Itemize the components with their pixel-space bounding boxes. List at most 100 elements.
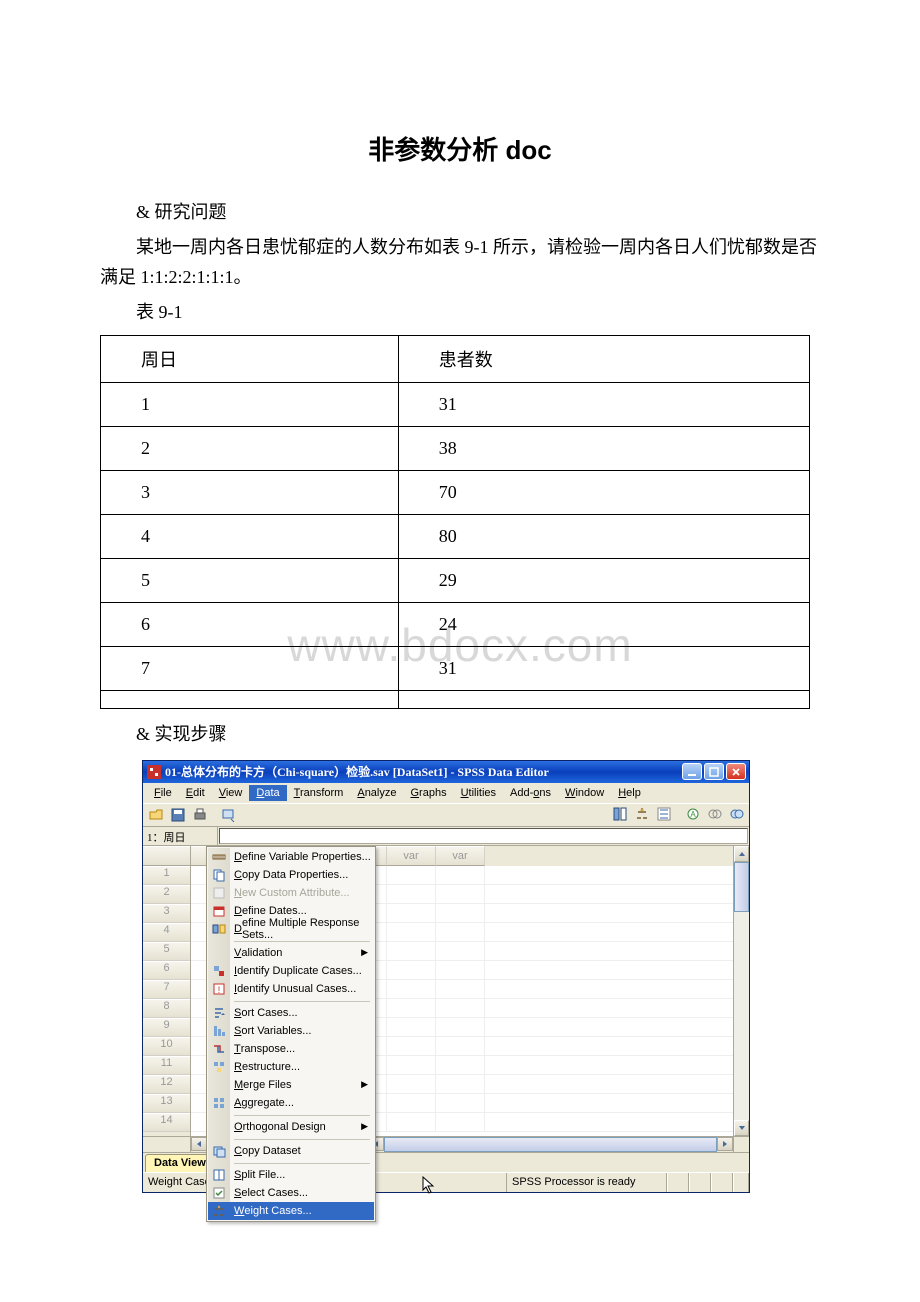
row-header[interactable]: 14 [143, 1113, 190, 1132]
row-header[interactable]: 9 [143, 1018, 190, 1037]
menu-graphs[interactable]: Graphs [403, 785, 453, 801]
menu-item-restructure[interactable]: Restructure... [208, 1058, 374, 1076]
print-icon[interactable] [190, 805, 210, 825]
select-cases-icon[interactable] [654, 804, 674, 824]
tab-data-view[interactable]: Data View [145, 1154, 215, 1172]
grid-cell[interactable] [387, 1113, 436, 1131]
grid-cell[interactable] [436, 866, 485, 884]
goto-case-icon[interactable] [610, 804, 630, 824]
scroll-left-icon[interactable] [191, 1137, 207, 1151]
menu-help[interactable]: Help [611, 785, 648, 801]
menu-item-orthogonal-design[interactable]: Orthogonal Design▶ [208, 1118, 374, 1136]
open-icon[interactable] [146, 805, 166, 825]
scroll-up-icon[interactable] [734, 846, 749, 862]
menu-item-weight-cases[interactable]: Weight Cases... [208, 1202, 374, 1220]
menu-item-define-variable-properties[interactable]: Define Variable Properties... [208, 848, 374, 866]
row-header[interactable]: 11 [143, 1056, 190, 1075]
grid-cell[interactable] [387, 980, 436, 998]
menu-transform[interactable]: Transform [287, 785, 351, 801]
menu-item-select-cases[interactable]: Select Cases... [208, 1184, 374, 1202]
menu-item-sort-variables[interactable]: Sort Variables... [208, 1022, 374, 1040]
grid-cell[interactable] [436, 1018, 485, 1036]
grid-cell[interactable] [387, 1075, 436, 1093]
cell-edit-box[interactable] [219, 828, 748, 844]
menu-bar[interactable]: FileEditViewDataTransformAnalyzeGraphsUt… [143, 783, 749, 803]
grid-cell[interactable] [387, 999, 436, 1017]
show-all-icon[interactable] [727, 804, 747, 824]
row-header[interactable]: 6 [143, 961, 190, 980]
select-icon [211, 1185, 227, 1201]
grid-cell[interactable] [436, 923, 485, 941]
grid-cell[interactable] [387, 904, 436, 922]
column-header[interactable]: var [436, 846, 485, 866]
save-icon[interactable] [168, 805, 188, 825]
grid-cell[interactable] [436, 1056, 485, 1074]
grid-cell[interactable] [387, 1094, 436, 1112]
close-button[interactable] [726, 763, 746, 780]
maximize-button[interactable] [704, 763, 724, 780]
grid-cell[interactable] [387, 1037, 436, 1055]
scroll-track[interactable] [734, 862, 749, 1120]
menu-item-split-file[interactable]: Split File... [208, 1166, 374, 1184]
grid-cell[interactable] [436, 1113, 485, 1131]
data-grid[interactable]: Define Variable Properties...Copy Data P… [143, 846, 749, 1136]
value-labels-icon[interactable]: A [683, 804, 703, 824]
menu-item-copy-dataset[interactable]: Copy Dataset [208, 1142, 374, 1160]
row-header[interactable]: 4 [143, 923, 190, 942]
menu-item-define-multiple-response-sets[interactable]: Define Multiple Response Sets... [208, 920, 374, 938]
grid-cell[interactable] [387, 942, 436, 960]
grid-cell[interactable] [387, 923, 436, 941]
grid-cell[interactable] [436, 1037, 485, 1055]
menu-item-merge-files[interactable]: Merge Files▶ [208, 1076, 374, 1094]
grid-cell[interactable] [436, 1094, 485, 1112]
menu-item-validation[interactable]: Validation▶ [208, 944, 374, 962]
row-header[interactable]: 3 [143, 904, 190, 923]
grid-cell[interactable] [387, 885, 436, 903]
menu-file[interactable]: File [147, 785, 179, 801]
grid-cell[interactable] [436, 1075, 485, 1093]
hscroll-thumb[interactable] [384, 1137, 717, 1152]
data-menu-dropdown[interactable]: Define Variable Properties...Copy Data P… [206, 846, 376, 1222]
grid-cell[interactable] [436, 999, 485, 1017]
scroll-right-icon[interactable] [717, 1137, 733, 1151]
row-header[interactable]: 12 [143, 1075, 190, 1094]
menu-item-copy-data-properties[interactable]: Copy Data Properties... [208, 866, 374, 884]
window-titlebar[interactable]: 01-总体分布的卡方（Chi-square）检验.sav [DataSet1] … [143, 761, 749, 783]
minimize-button[interactable] [682, 763, 702, 780]
menu-item-aggregate[interactable]: Aggregate... [208, 1094, 374, 1112]
grid-cell[interactable] [387, 866, 436, 884]
dialog-recall-icon[interactable] [219, 805, 239, 825]
row-header[interactable]: 1 [143, 866, 190, 885]
row-header[interactable]: 8 [143, 999, 190, 1018]
grid-cell[interactable] [436, 980, 485, 998]
menu-window[interactable]: Window [558, 785, 611, 801]
row-header[interactable]: 7 [143, 980, 190, 999]
row-header[interactable]: 10 [143, 1037, 190, 1056]
scroll-thumb[interactable] [734, 862, 749, 912]
menu-item-transpose[interactable]: Transpose... [208, 1040, 374, 1058]
menu-item-sort-cases[interactable]: Sort Cases... [208, 1004, 374, 1022]
grid-cell[interactable] [436, 961, 485, 979]
use-sets-icon[interactable] [705, 804, 725, 824]
grid-cell[interactable] [387, 1018, 436, 1036]
row-header[interactable]: 13 [143, 1094, 190, 1113]
column-header[interactable]: var [387, 846, 436, 866]
menu-edit[interactable]: Edit [179, 785, 212, 801]
scroll-down-icon[interactable] [734, 1120, 749, 1136]
menu-item-identify-duplicate-cases[interactable]: Identify Duplicate Cases... [208, 962, 374, 980]
row-header[interactable]: 2 [143, 885, 190, 904]
menu-utilities[interactable]: Utilities [454, 785, 503, 801]
grid-cell[interactable] [387, 961, 436, 979]
menu-add-ons[interactable]: Add-ons [503, 785, 558, 801]
menu-analyze[interactable]: Analyze [350, 785, 403, 801]
grid-cell[interactable] [436, 942, 485, 960]
menu-view[interactable]: View [212, 785, 250, 801]
grid-cell[interactable] [387, 1056, 436, 1074]
menu-data[interactable]: Data [249, 785, 286, 801]
row-header[interactable]: 5 [143, 942, 190, 961]
grid-cell[interactable] [436, 885, 485, 903]
grid-cell[interactable] [436, 904, 485, 922]
vertical-scrollbar[interactable] [733, 846, 749, 1136]
menu-item-identify-unusual-cases[interactable]: Identify Unusual Cases...! [208, 980, 374, 998]
weight-icon[interactable] [632, 804, 652, 824]
